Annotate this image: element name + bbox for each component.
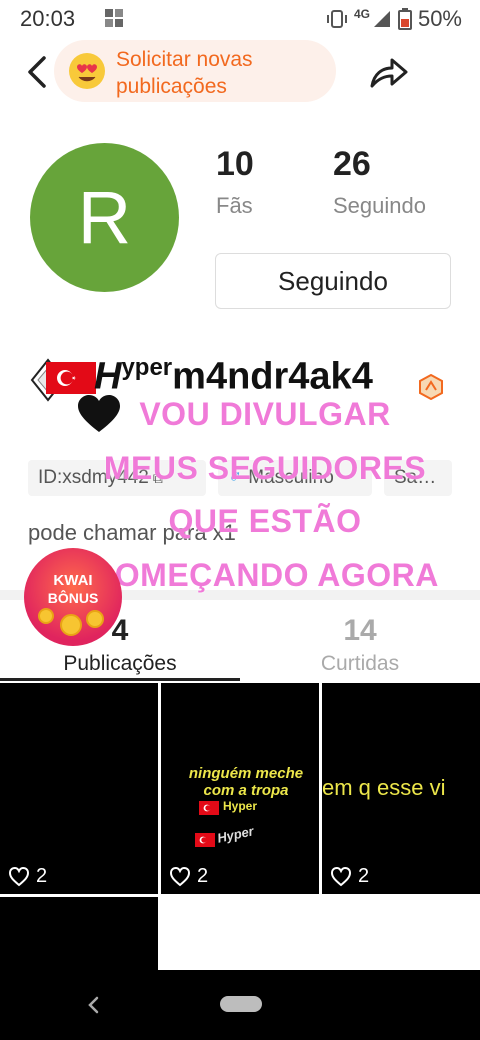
heart-outline-icon [8,866,30,886]
video-thumbnail[interactable] [0,897,158,970]
status-right: 4G 50% [326,6,462,32]
kwai-bonus-line1: KWAI [53,572,93,589]
back-arrow-icon[interactable] [22,52,52,92]
coin-icon [86,610,104,628]
nav-back-icon[interactable] [86,996,102,1014]
video-grid: 2 ninguém meche com a tropa Hyper Hyper … [0,683,480,970]
video-likes: 2 [169,865,208,888]
video-likes: 2 [8,865,47,888]
turkey-flag-icon [199,801,219,815]
nav-home-pill[interactable] [220,996,262,1012]
tab-likes[interactable]: 14 Curtidas [240,606,480,680]
video-thumbnail[interactable]: 2 [0,683,158,894]
turkey-flag-icon [46,362,96,394]
nickname-main: m4ndr4ak4 [172,355,373,398]
nickname-sup: yper [121,354,173,381]
tab-indicator [0,678,240,681]
request-new-posts-button[interactable]: Solicitar novas publicações [54,40,336,102]
following-label: Seguindo [333,193,426,218]
heart-eyes-emoji-icon [69,53,105,89]
request-label: Solicitar novas publicações [116,46,326,100]
app-notification-icon [105,9,123,27]
video-tag: Hyper [215,823,256,846]
video-caption-line2: com a tropa [203,782,289,799]
signal-icon [373,11,390,27]
video-likes-count: 2 [36,865,48,887]
likes-count: 14 [343,614,377,647]
publications-label: Publicações [63,652,177,675]
video-caption-line1: ninguém meche [188,765,304,782]
nickname-prefix: H [94,355,122,398]
system-nav-bar [0,970,480,1040]
battery-percent: 50% [417,6,462,31]
following-button[interactable]: Seguindo [215,253,451,309]
heart-outline-icon [169,866,191,886]
coin-icon [60,614,82,636]
kwai-bonus-badge[interactable]: KWAI BÔNUS [24,548,122,646]
video-caption: ninguém meche com a tropa [181,765,311,799]
overlay-text-line: VOU DIVULGAR [139,396,391,432]
video-likes: 2 [330,865,369,888]
status-bar: 20:03 4G 50% [0,0,480,40]
video-tag: Hyper [223,799,258,813]
network-type: 4G [353,7,370,21]
status-time: 20:03 [20,6,76,31]
coin-icon [38,608,54,624]
overlay-text-line: QUE ESTÃO [168,503,362,539]
request-label-line2: publicações [116,75,227,98]
kwai-bonus-line2: BÔNUS [47,590,99,606]
vibrate-icon [326,10,347,28]
turkey-flag-icon [195,833,215,847]
video-caption: em q esse vi [322,775,446,800]
fans-label: Fãs [216,193,253,218]
heart-outline-icon [330,866,352,886]
following-count[interactable]: 26 [333,145,371,184]
fans-count[interactable]: 10 [216,145,254,184]
request-label-line1: Solicitar novas [116,48,253,71]
video-thumbnail[interactable]: ninguém meche com a tropa Hyper Hyper 2 [161,683,319,894]
video-likes-count: 2 [197,865,209,887]
battery-icon [397,8,412,30]
video-thumbnail[interactable]: em q esse vi 2 [322,683,480,894]
likes-label: Curtidas [320,652,400,675]
nickname: Hyperm4ndr4ak4 [94,354,373,399]
share-icon[interactable] [366,52,410,92]
overlay-text-line: MEUS SEGUIDORES [103,450,427,486]
avatar[interactable]: R [30,143,179,292]
video-likes-count: 2 [358,865,370,887]
